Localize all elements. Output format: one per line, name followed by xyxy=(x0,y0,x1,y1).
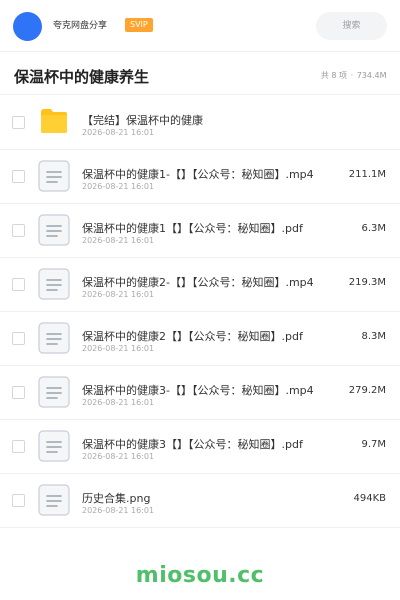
file-row[interactable]: 保温杯中的健康2【】【公众号：秘知圈】.pdf 2026-08-21 16:01 8… xyxy=(0,312,400,366)
row-checkbox[interactable] xyxy=(12,278,25,291)
document-icon xyxy=(38,376,70,408)
file-size: 219.3M xyxy=(348,277,386,288)
document-icon xyxy=(38,484,70,516)
watermark: miosou.cc xyxy=(135,563,265,588)
folder-icon xyxy=(40,108,68,134)
file-row[interactable]: 历史合集.png 2026-08-21 16:01 494KB xyxy=(0,474,400,528)
file-date: 2026-08-21 16:01 xyxy=(82,398,155,407)
file-date: 2026-08-21 16:01 xyxy=(82,236,155,245)
folder-summary: 共 8 项 · 734.4M xyxy=(320,70,387,81)
item-count: 共 8 项 xyxy=(320,71,348,80)
document-icon xyxy=(38,322,70,354)
document-icon xyxy=(38,430,70,462)
row-checkbox[interactable] xyxy=(12,332,25,345)
row-checkbox[interactable] xyxy=(12,440,25,453)
file-date: 2026-08-21 16:01 xyxy=(82,344,155,353)
file-name[interactable]: 保温杯中的健康2-【】【公众号：秘知圈】.mp4 xyxy=(82,274,314,290)
file-row[interactable]: 保温杯中的健康1【】【公众号：秘知圈】.pdf 2026-08-21 16:01 6… xyxy=(0,204,400,258)
title-bar: 保温杯中的健康养生 共 8 项 · 734.4M xyxy=(0,53,400,95)
document-icon xyxy=(38,160,70,192)
file-row[interactable]: 保温杯中的健康3【】【公众号：秘知圈】.pdf 2026-08-21 16:01 9… xyxy=(0,420,400,474)
page-title: 保温杯中的健康养生 xyxy=(14,68,150,86)
row-checkbox[interactable] xyxy=(12,170,25,183)
total-size: 734.4M xyxy=(356,71,387,80)
row-checkbox[interactable] xyxy=(12,116,25,129)
file-name[interactable]: 【完结】保温杯中的健康 xyxy=(82,112,203,128)
file-name[interactable]: 保温杯中的健康3-【】【公众号：秘知圈】.mp4 xyxy=(82,382,314,398)
file-row[interactable]: 【完结】保温杯中的健康 2026-08-21 16:01 xyxy=(0,96,400,150)
file-row[interactable]: 保温杯中的健康2-【】【公众号：秘知圈】.mp4 2026-08-21 16:01… xyxy=(0,258,400,312)
search-input[interactable]: 搜索 xyxy=(316,12,387,40)
file-list: 【完结】保温杯中的健康 2026-08-21 16:01 保温杯中的健康1-【】【公… xyxy=(0,96,400,528)
file-name[interactable]: 保温杯中的健康1-【】【公众号：秘知圈】.mp4 xyxy=(82,166,314,182)
file-name[interactable]: 历史合集.png xyxy=(82,490,150,506)
file-size: 279.2M xyxy=(348,385,386,396)
share-name: 夸克网盘分享 xyxy=(53,21,108,31)
file-name[interactable]: 保温杯中的健康2【】【公众号：秘知圈】.pdf xyxy=(82,328,303,344)
file-name[interactable]: 保温杯中的健康3【】【公众号：秘知圈】.pdf xyxy=(82,436,303,452)
file-date: 2026-08-21 16:01 xyxy=(82,506,155,515)
svip-badge: SVIP xyxy=(125,18,153,32)
row-checkbox[interactable] xyxy=(12,386,25,399)
file-date: 2026-08-21 16:01 xyxy=(82,182,155,191)
file-date: 2026-08-21 16:01 xyxy=(82,290,155,299)
summary-separator: · xyxy=(350,71,354,80)
document-icon xyxy=(38,268,70,300)
avatar[interactable] xyxy=(13,12,42,41)
row-checkbox[interactable] xyxy=(12,224,25,237)
top-header: 夸克网盘分享 SVIP 搜索 xyxy=(0,0,400,52)
file-size: 211.1M xyxy=(348,169,386,180)
file-date: 2026-08-21 16:01 xyxy=(82,452,155,461)
file-name[interactable]: 保温杯中的健康1【】【公众号：秘知圈】.pdf xyxy=(82,220,303,236)
file-size: 494KB xyxy=(353,493,386,504)
file-size: 8.3M xyxy=(361,331,386,342)
file-size: 6.3M xyxy=(361,223,386,234)
file-size: 9.7M xyxy=(361,439,386,450)
file-row[interactable]: 保温杯中的健康3-【】【公众号：秘知圈】.mp4 2026-08-21 16:01… xyxy=(0,366,400,420)
file-date: 2026-08-21 16:01 xyxy=(82,128,155,137)
row-checkbox[interactable] xyxy=(12,494,25,507)
document-icon xyxy=(38,214,70,246)
file-row[interactable]: 保温杯中的健康1-【】【公众号：秘知圈】.mp4 2026-08-21 16:01… xyxy=(0,150,400,204)
